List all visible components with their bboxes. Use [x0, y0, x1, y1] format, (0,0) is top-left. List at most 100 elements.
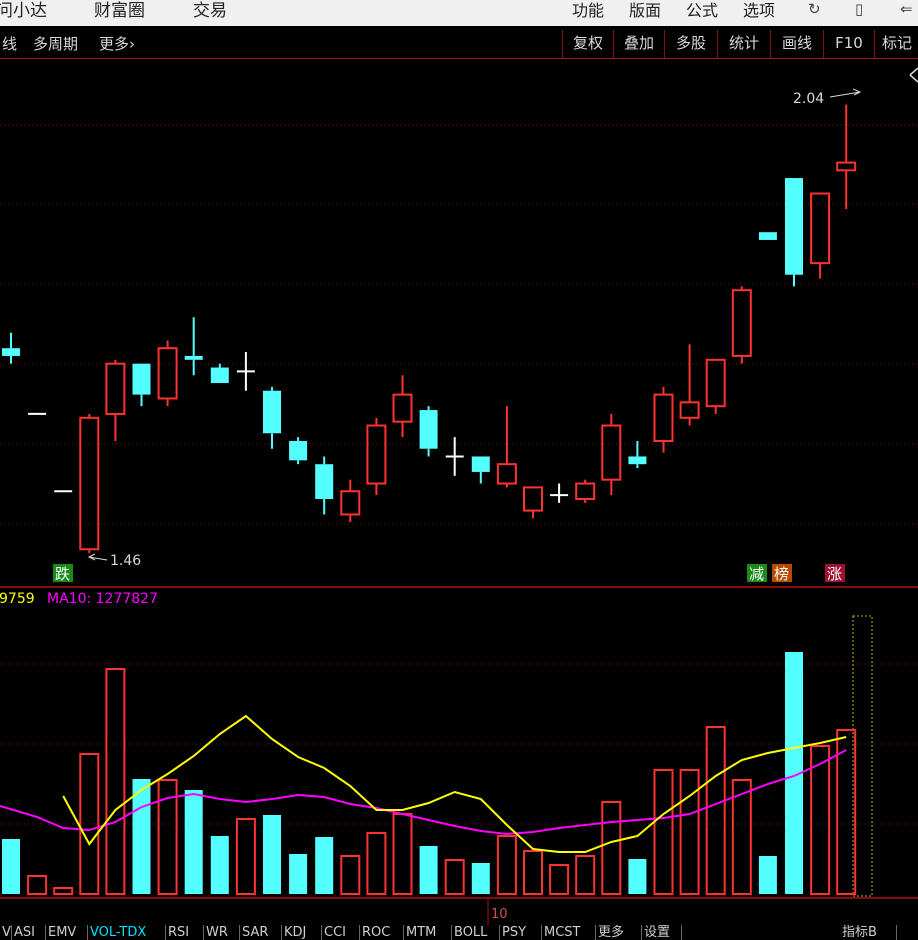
volume-bar	[53, 887, 74, 895]
volume-bar	[263, 815, 281, 894]
menu-item-function[interactable]: 功能	[572, 0, 604, 21]
indicator-tab[interactable]: CCI	[322, 925, 360, 940]
indicator-b-tab[interactable]: 指标B	[840, 925, 897, 940]
tool-button-draw[interactable]: 画线	[770, 30, 823, 58]
candle	[340, 479, 361, 523]
volume-bar	[549, 864, 570, 895]
volume-bars	[2, 652, 857, 895]
candle	[810, 192, 831, 279]
volume-bar	[79, 753, 100, 895]
ma5-line	[62, 714, 847, 853]
window-icon[interactable]: ▯	[855, 0, 863, 18]
back-icon[interactable]: ⇐	[900, 0, 913, 18]
candle	[445, 437, 464, 476]
candle	[210, 363, 229, 383]
tool-line[interactable]: 线	[2, 33, 17, 54]
indicator-tab[interactable]: PSY	[500, 925, 542, 940]
indicator-tab[interactable]: RSI	[166, 925, 204, 940]
candle	[132, 363, 151, 407]
indicator-tabs: V ASI EMV VOL-TDX RSI WR SAR KDJ CCI ROC MTM BOLL PS…	[0, 925, 918, 940]
volume-bar	[2, 839, 20, 894]
candle-body	[496, 463, 517, 485]
candle-body	[836, 161, 857, 172]
tool-button-overlay[interactable]: 叠加	[613, 30, 664, 58]
collapse-arrow-icon[interactable]	[909, 67, 918, 83]
low-arrow	[87, 553, 108, 561]
candle-body	[2, 348, 20, 356]
volume-bar	[810, 745, 831, 895]
kline-chart[interactable]: 2.04 1.46 跌 减 榜 涨 9759 MA10: 1277827 10	[0, 59, 918, 925]
candle	[705, 358, 726, 414]
candle	[157, 340, 178, 407]
volume-bar	[210, 836, 229, 894]
price-high-label: 2.04	[793, 91, 824, 107]
candle	[836, 104, 857, 209]
candle-body	[210, 367, 229, 383]
menu-item-assistant[interactable]: 问小达	[0, 0, 47, 21]
indicator-tab[interactable]: BOLL	[452, 925, 500, 940]
candle	[366, 417, 387, 496]
tool-button-stats[interactable]: 统计	[717, 30, 770, 58]
indicator-tab[interactable]: SAR	[240, 925, 282, 940]
menu-item-layout[interactable]: 版面	[629, 0, 661, 21]
volume-bar	[392, 813, 413, 895]
volume-bar	[132, 779, 151, 894]
indicator-tab[interactable]: MCST	[542, 925, 596, 940]
volume-bar	[235, 818, 256, 895]
volume-bar	[27, 875, 48, 895]
candle	[236, 352, 255, 391]
ma-lines	[0, 714, 847, 853]
x-axis-label: 10	[491, 907, 508, 922]
tool-button-adjust[interactable]: 复权	[562, 30, 613, 58]
tool-more[interactable]: 更多›	[99, 33, 135, 54]
volume-bar	[679, 769, 700, 895]
tool-more-label: 更多	[99, 35, 130, 53]
candles	[2, 104, 857, 554]
candle-body	[419, 410, 438, 449]
menu-item-trade[interactable]: 交易	[193, 0, 227, 21]
tag-rise-text: 涨	[827, 565, 842, 583]
volume-bar	[628, 859, 647, 894]
ma5-label: 9759	[0, 591, 35, 607]
volume-bar	[366, 832, 387, 895]
candle	[392, 375, 413, 438]
indicator-tab[interactable]: 设置	[642, 925, 682, 940]
chevron-right-icon: ›	[129, 35, 136, 53]
candle	[523, 486, 543, 519]
tool-button-mark[interactable]: 标记	[874, 30, 918, 58]
candle-body	[758, 232, 777, 240]
chart-toolbar: 线 多周期 更多› 复权 叠加 多股 统计 画线 F10 标记	[0, 30, 918, 59]
menu-item-formula[interactable]: 公式	[686, 0, 718, 21]
indicator-tab[interactable]: 更多	[596, 925, 642, 940]
indicator-tab[interactable]: ROC	[360, 925, 404, 940]
refresh-icon[interactable]: ↻	[808, 0, 821, 18]
indicator-tab[interactable]: ASI	[12, 925, 46, 940]
candle	[575, 479, 596, 503]
indicator-tab[interactable]: KDJ	[282, 925, 322, 940]
ma10-line	[0, 749, 847, 836]
tool-button-f10[interactable]: F10	[823, 30, 874, 58]
candle-body	[132, 363, 151, 395]
indicator-tab[interactable]: WR	[204, 925, 240, 940]
candle-body	[731, 289, 752, 357]
tag-rank-text: 榜	[774, 565, 789, 583]
ma10-label: MA10: 1277827	[47, 591, 158, 607]
candle-body	[653, 393, 674, 443]
candle	[758, 232, 777, 240]
candle-body	[315, 464, 334, 499]
indicator-tab[interactable]: VOL-TDX	[88, 925, 166, 940]
menu-item-options[interactable]: 选项	[743, 0, 775, 21]
candle-body	[366, 424, 387, 485]
menu-item-community[interactable]: 财富圈	[94, 0, 145, 21]
indicator-tab[interactable]: EMV	[46, 925, 88, 940]
grid-lines	[0, 124, 918, 825]
indicator-tab[interactable]: MTM	[404, 925, 452, 940]
indicator-tab[interactable]: V	[0, 925, 12, 940]
candle-body	[575, 482, 596, 500]
volume-bar	[315, 837, 334, 894]
tool-multi-period[interactable]: 多周期	[33, 33, 78, 54]
volume-bar	[184, 790, 203, 894]
candle	[184, 317, 203, 376]
tool-button-multi-stock[interactable]: 多股	[664, 30, 717, 58]
candle-body	[105, 362, 126, 415]
